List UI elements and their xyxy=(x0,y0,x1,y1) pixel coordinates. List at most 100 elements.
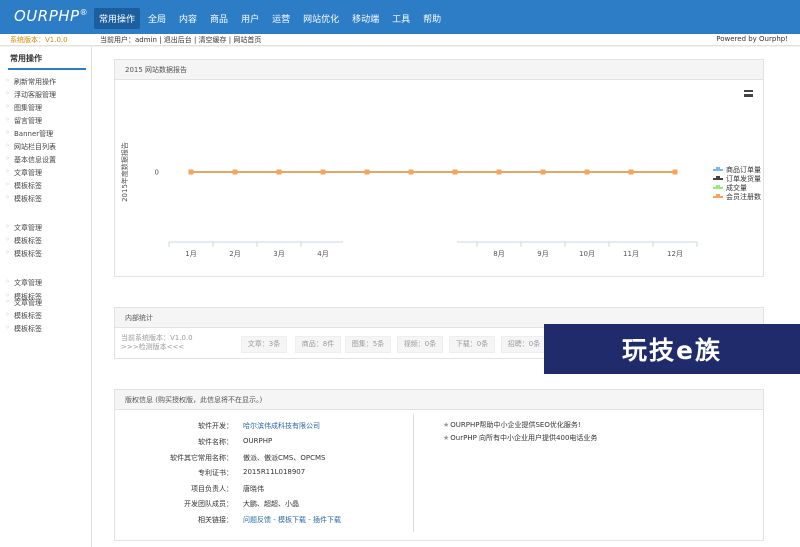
check-version-link[interactable]: >>>检测版本<<< xyxy=(121,343,193,352)
x-tick-label: 8月 xyxy=(493,250,504,258)
nav-item-tools[interactable]: 工具 xyxy=(387,8,415,29)
stat-articles[interactable]: 文章：3条 xyxy=(241,336,287,353)
nav-item-products[interactable]: 商品 xyxy=(205,8,233,29)
data-point xyxy=(628,169,634,175)
sidebar-item-template-tags[interactable]: 模板标签 xyxy=(5,235,42,246)
clear-cache-link[interactable]: 清空缓存 xyxy=(199,36,227,44)
data-point xyxy=(540,169,546,175)
logo[interactable]: OURPHP® xyxy=(14,7,88,25)
sidebar-title-underline xyxy=(8,68,86,70)
legend-label: 会员注册数 xyxy=(726,192,761,201)
watermark-text: 玩技e族 xyxy=(622,336,722,365)
main-content: 2015 网站数据报告 2015年度数据报告 0 1月 2月 3月 4月 8月 9月 10月 11… xyxy=(92,47,800,547)
sidebar-item-template-tags[interactable]: 模板标签 xyxy=(5,310,42,321)
sidebar-item-gallery[interactable]: 图集管理 xyxy=(5,102,42,113)
stat-videos[interactable]: 视频：0条 xyxy=(397,336,443,353)
copyright-divider xyxy=(413,414,414,532)
data-point xyxy=(364,169,370,175)
info-label: 项目负责人： xyxy=(191,485,233,493)
sidebar-item-articles[interactable]: 文章管理 xyxy=(5,277,42,288)
chart-panel-title: 2015 网站数据报告 xyxy=(115,60,763,80)
legend-item[interactable]: 会员注册数 xyxy=(713,192,761,201)
info-value: OURPHP xyxy=(243,437,273,445)
info-label: 软件其它常用名称： xyxy=(170,454,233,462)
stat-products[interactable]: 商品：8件 xyxy=(295,336,341,353)
data-point xyxy=(408,169,414,175)
chart-legend: 商品订单量 订单发货量 成交量 会员注册数 xyxy=(713,165,761,201)
sidebar-item-banner[interactable]: Banner管理 xyxy=(5,128,53,139)
main-nav: 常用操作 全局 内容 商品 用户 运营 网站优化 移动端 工具 帮助 xyxy=(94,8,449,29)
x-tick-label: 12月 xyxy=(667,250,683,258)
info-label: 开发团队成员： xyxy=(184,500,233,508)
site-home-link[interactable]: 网站首页 xyxy=(233,36,261,44)
info-value: 唐晓伟 xyxy=(243,485,264,493)
sidebar-item-articles[interactable]: 文章管理 xyxy=(5,222,42,233)
sidebar-item-template-tags[interactable]: 模板标签 xyxy=(5,180,42,191)
sub-bar: 系统版本：V1.0.0 当前用户：admin | 退出后台 | 清空缓存 | 网… xyxy=(0,34,800,46)
notice-seo[interactable]: OURPHP帮助中小企业提供SEO优化服务! xyxy=(443,420,580,430)
powered-by: Powered by Ourphp! xyxy=(716,35,788,43)
sidebar-item-articles[interactable]: 文章管理 xyxy=(5,167,42,178)
logout-link[interactable]: 退出后台 xyxy=(164,36,192,44)
sidebar-item-template-tags[interactable]: 模板标签 xyxy=(5,248,42,259)
watermark-logo: 玩技e族 xyxy=(544,324,800,374)
data-point xyxy=(232,169,238,175)
info-label: 相关链接： xyxy=(198,516,233,524)
data-point xyxy=(672,169,678,175)
notice-400-phone[interactable]: OurPHP 向所有中小企业用户提供400电话业务 xyxy=(443,433,597,443)
info-label: 软件开发： xyxy=(198,422,233,430)
stat-downloads[interactable]: 下载：0条 xyxy=(449,336,495,353)
x-tick-label: 9月 xyxy=(537,250,548,258)
stat-jobs[interactable]: 招聘：0条 xyxy=(501,336,547,353)
system-version: 系统版本：V1.0.0 xyxy=(10,36,68,44)
nav-item-operations[interactable]: 运营 xyxy=(267,8,295,29)
nav-item-help[interactable]: 帮助 xyxy=(418,8,446,29)
nav-item-common[interactable]: 常用操作 xyxy=(94,8,141,29)
y-tick-label: 0 xyxy=(155,169,159,177)
nav-item-content[interactable]: 内容 xyxy=(174,8,202,29)
chart-panel: 2015 网站数据报告 2015年度数据报告 0 1月 2月 3月 4月 8月 9月 10月 11… xyxy=(114,59,764,277)
related-links[interactable]: 问题反馈 - 模板下载 - 插件下载 xyxy=(243,515,341,525)
x-tick-label: 10月 xyxy=(579,250,595,258)
data-point xyxy=(584,169,590,175)
developer-link[interactable]: 哈尔滨伟成科技有限公司 xyxy=(243,421,320,431)
stat-gallery[interactable]: 图集：5条 xyxy=(345,336,391,353)
sidebar-item-articles[interactable]: 文章管理 xyxy=(5,297,42,308)
line-chart: 2015年度数据报告 0 1月 2月 3月 4月 8月 9月 10月 11月 12月 xyxy=(120,142,698,258)
x-tick-label: 1月 xyxy=(185,250,196,258)
x-tick-label: 2月 xyxy=(229,250,240,258)
sidebar-item-basic-info[interactable]: 基本信息设置 xyxy=(5,154,56,165)
nav-item-seo[interactable]: 网站优化 xyxy=(298,8,344,29)
legend-swatch xyxy=(713,167,723,171)
nav-item-mobile[interactable]: 移动端 xyxy=(347,8,384,29)
copyright-panel: 版权信息 (购买授权版，此信息将不在显示。) 软件开发： 哈尔滨伟成科技有限公司… xyxy=(114,389,764,541)
info-label: 专利证书： xyxy=(198,469,233,477)
data-point xyxy=(320,169,326,175)
sidebar-item-template-tags[interactable]: 模板标签 xyxy=(5,193,42,204)
data-point xyxy=(496,169,502,175)
info-value: 2015R11L018907 xyxy=(243,468,306,476)
sidebar-title: 常用操作 xyxy=(10,54,42,63)
sidebar-item-columns[interactable]: 网站栏目列表 xyxy=(5,141,56,152)
x-tick-label: 11月 xyxy=(623,250,639,258)
current-user: 当前用户：admin xyxy=(100,36,157,44)
sidebar-item-float-service[interactable]: 浮动客服管理 xyxy=(5,89,56,100)
nav-item-global[interactable]: 全局 xyxy=(143,8,171,29)
sidebar: 常用操作 刷新常用操作 浮动客服管理 图集管理 留言管理 Banner管理 网站… xyxy=(0,47,92,547)
user-info: 当前用户：admin | 退出后台 | 清空缓存 | 网站首页 xyxy=(100,36,262,44)
sidebar-item-refresh[interactable]: 刷新常用操作 xyxy=(5,76,56,87)
sidebar-item-messages[interactable]: 留言管理 xyxy=(5,115,42,126)
y-axis-title: 2015年度数据报告 xyxy=(120,142,129,202)
x-tick-label: 4月 xyxy=(317,250,328,258)
copyright-panel-title: 版权信息 (购买授权版，此信息将不在显示。) xyxy=(115,390,763,410)
top-bar: OURPHP® 常用操作 全局 内容 商品 用户 运营 网站优化 移动端 工具 … xyxy=(0,0,800,34)
x-tick-label: 3月 xyxy=(273,250,284,258)
info-label: 软件名称： xyxy=(198,438,233,446)
data-point xyxy=(452,169,458,175)
legend-swatch xyxy=(713,185,723,189)
sidebar-item-template-tags[interactable]: 模板标签 xyxy=(5,323,42,334)
nav-item-users[interactable]: 用户 xyxy=(236,8,264,29)
current-version-text: 当前系统版本：V1.0.0 xyxy=(121,334,193,342)
data-point xyxy=(188,169,194,175)
info-value: 大鹏、超超、小晶 xyxy=(243,500,299,508)
